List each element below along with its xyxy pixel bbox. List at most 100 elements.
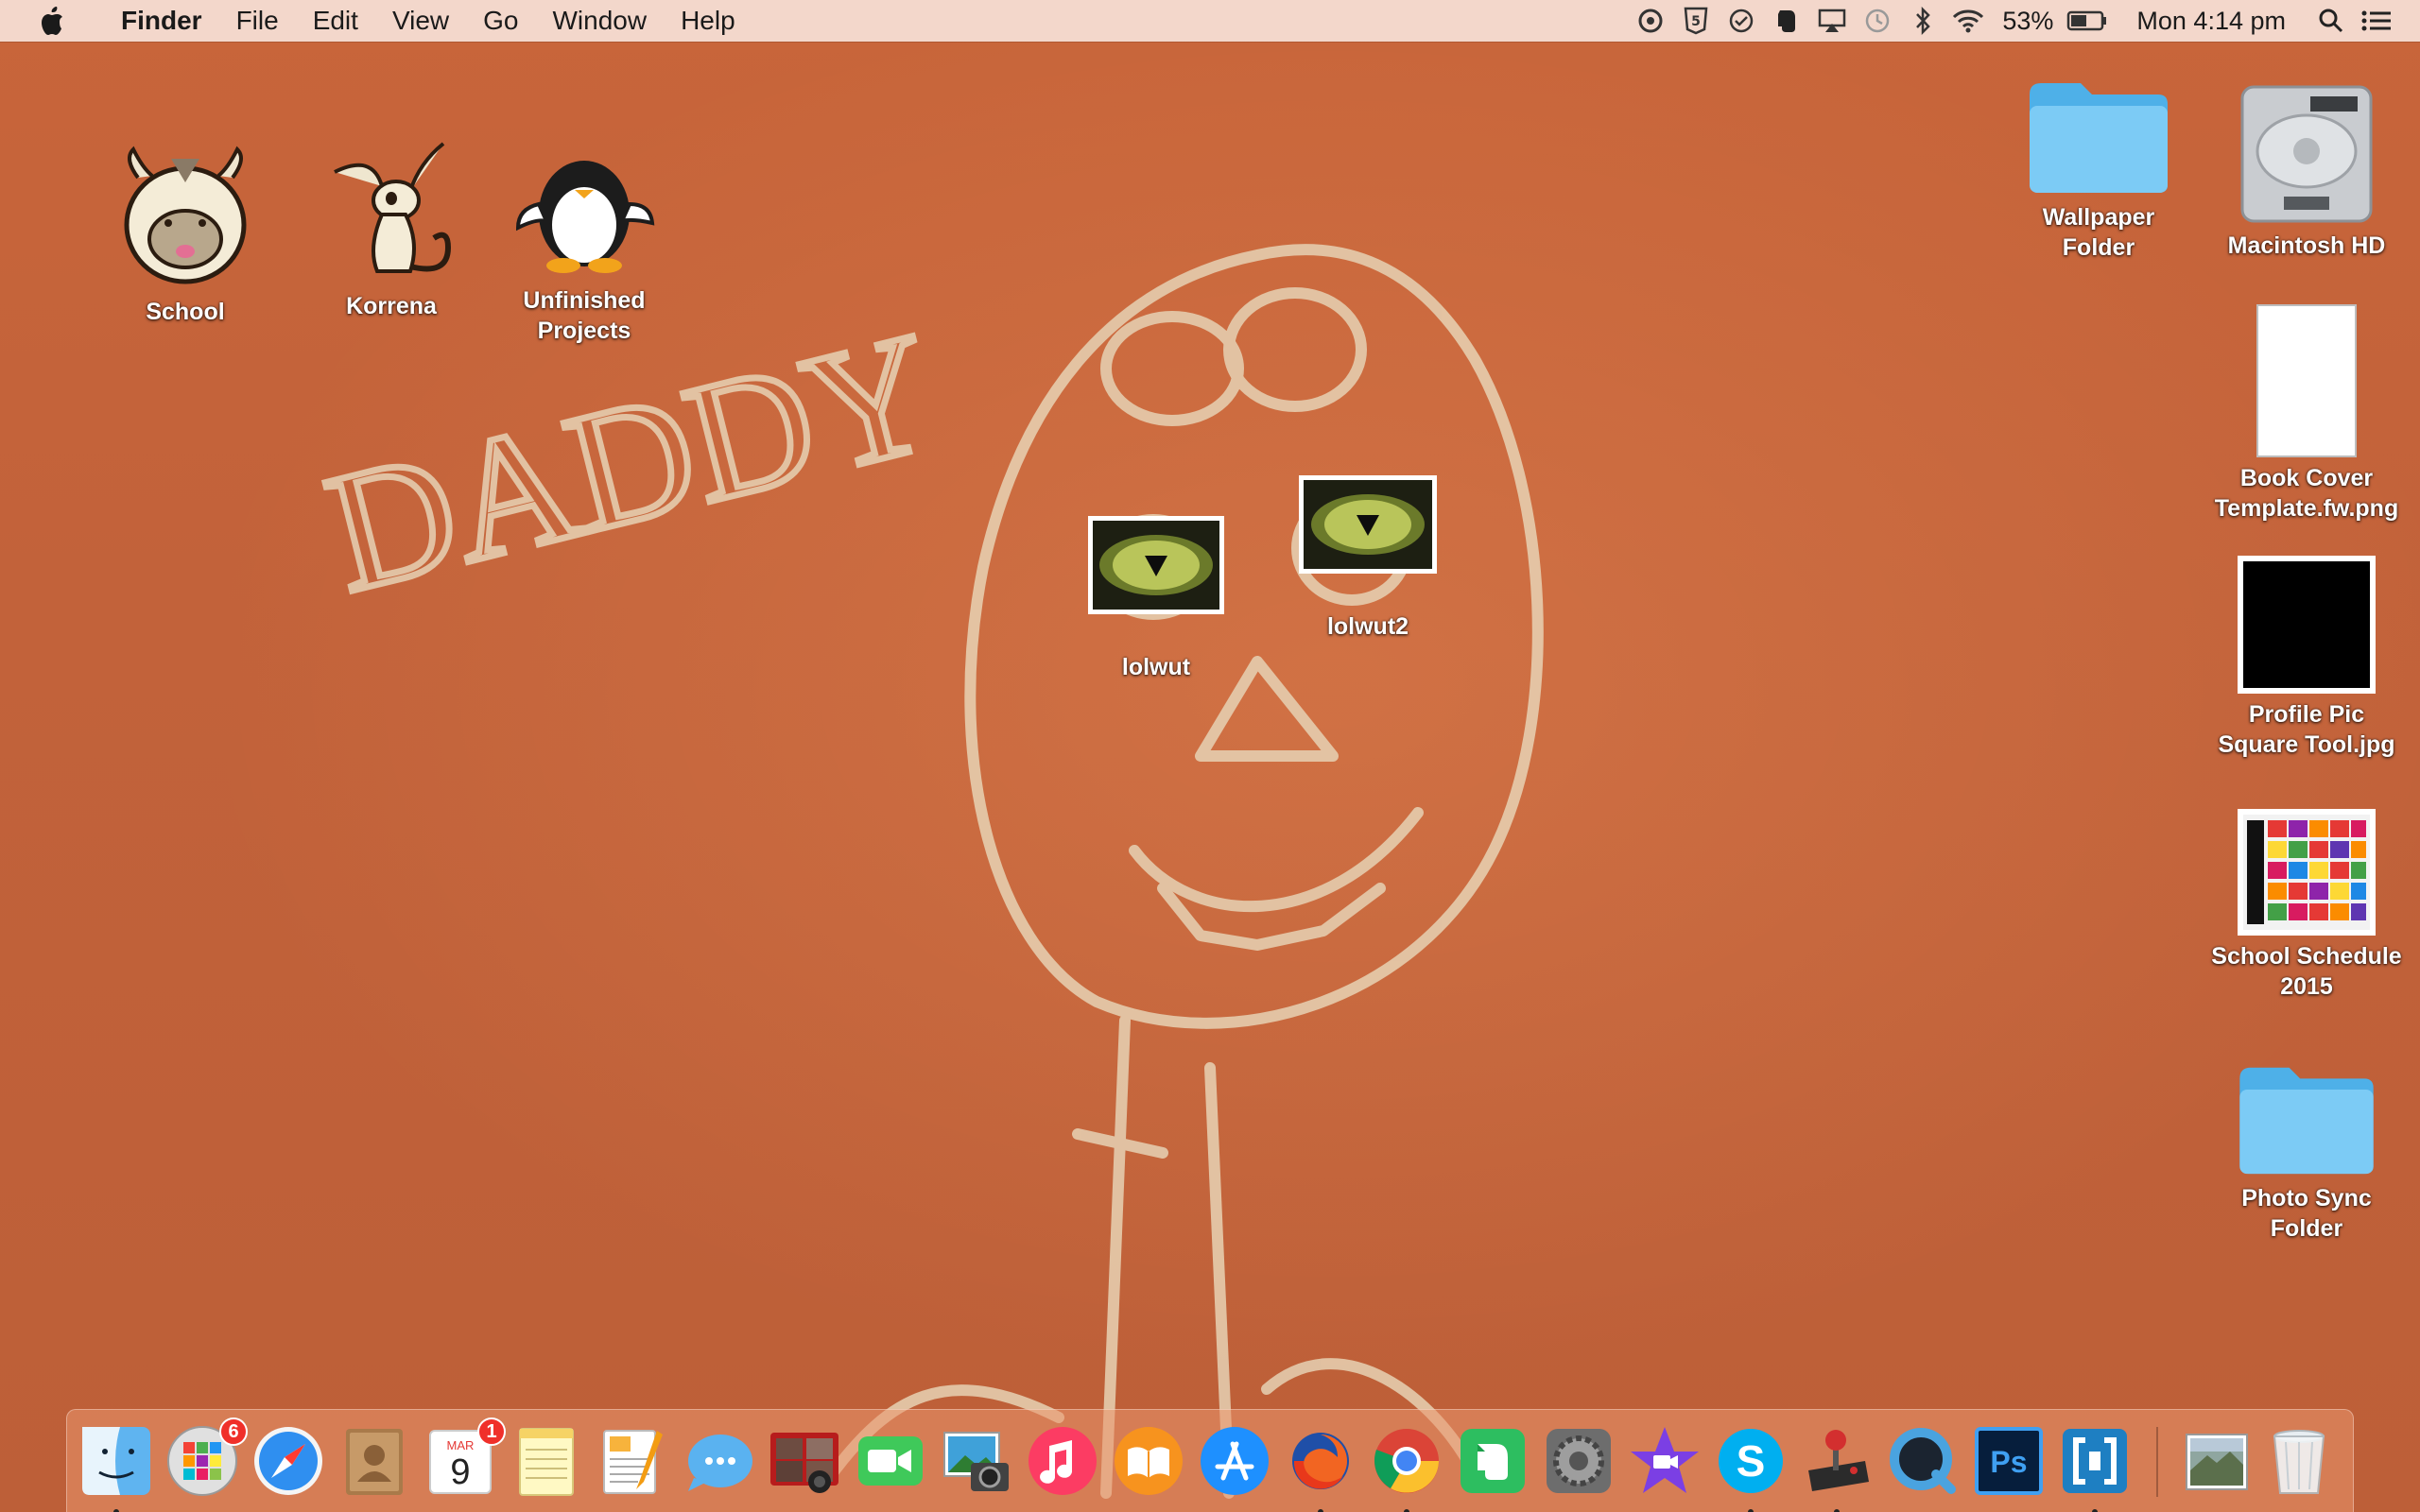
dock-facetime[interactable] — [853, 1423, 928, 1499]
battery-percent[interactable]: 53% — [1991, 7, 2065, 36]
penguin-icon — [515, 161, 655, 273]
battery-icon[interactable] — [2065, 0, 2110, 42]
calendar-month: MAR — [447, 1438, 475, 1452]
dock-imovie[interactable] — [1627, 1423, 1703, 1499]
dock-joystick-app[interactable] — [1799, 1423, 1875, 1512]
dock-brackets[interactable] — [2057, 1423, 2133, 1512]
dock-downloads-stack[interactable] — [2179, 1423, 2255, 1499]
dock-chrome[interactable] — [1369, 1423, 1444, 1512]
menu-window[interactable]: Window — [535, 0, 664, 42]
desktop-icon-korrena[interactable]: Korrena — [287, 134, 495, 321]
desktop-icon-label: lolwut — [1121, 654, 1191, 680]
desktop-icon-wallpaper-folder[interactable]: Wallpaper Folder — [1995, 77, 2203, 263]
time-machine-icon[interactable] — [1855, 0, 1900, 42]
menu-file[interactable]: File — [219, 0, 296, 42]
bluetooth-icon[interactable] — [1900, 0, 1945, 42]
cat-eye-thumbnail — [1088, 516, 1224, 614]
momo-icon — [334, 142, 452, 273]
desktop-icon-book-cover[interactable]: Book Cover Template.fw.png — [2203, 304, 2411, 524]
trash-icon — [2273, 1430, 2325, 1494]
photoshop-letters: Ps — [1990, 1445, 2027, 1479]
html5-icon[interactable]: 5 — [1673, 0, 1719, 42]
desktop-icon-label: Profile Pic Square Tool.jpg — [2218, 701, 2395, 758]
menu-edit[interactable]: Edit — [296, 0, 375, 42]
desktop-icon-label: Photo Sync Folder — [2241, 1185, 2372, 1242]
notes-icon — [519, 1428, 574, 1496]
desktop-icon-unfinished-projects[interactable]: Unfinished Projects — [480, 138, 688, 346]
desktop-icon-label: School Schedule 2015 — [2211, 943, 2402, 1000]
desktop-icon-label: lolwut2 — [1326, 613, 1409, 640]
skype-letter: S — [1737, 1436, 1766, 1486]
apple-icon — [42, 7, 62, 35]
evernote-icon — [1461, 1429, 1525, 1493]
folder-icon — [2030, 83, 2168, 193]
desktop-icon-label: Unfinished Projects — [523, 287, 646, 344]
dock-quicktime[interactable] — [1885, 1423, 1961, 1499]
desktop-icon-label: Book Cover Template.fw.png — [2214, 465, 2399, 522]
menu-view[interactable]: View — [375, 0, 466, 42]
menu-go[interactable]: Go — [466, 0, 535, 42]
cat-eye-thumbnail — [1299, 475, 1437, 574]
photoshop-icon: Ps — [1975, 1427, 2043, 1495]
facetime-icon — [858, 1436, 923, 1486]
wifi-icon[interactable] — [1945, 0, 1991, 42]
dock-skype[interactable]: S — [1713, 1423, 1789, 1512]
dock-iphoto[interactable] — [939, 1423, 1014, 1499]
dock-photoshop[interactable]: Ps — [1971, 1423, 2047, 1499]
dock: 6 MAR 9 1 S Ps — [66, 1409, 2354, 1512]
dock-separator — [2156, 1427, 2158, 1497]
dock-ibooks[interactable] — [1111, 1423, 1186, 1499]
app-store-icon — [1201, 1427, 1269, 1495]
contacts-icon — [346, 1429, 403, 1495]
spotlight-icon[interactable] — [2308, 0, 2354, 42]
dock-evernote[interactable] — [1455, 1423, 1530, 1499]
dock-finder[interactable] — [78, 1423, 154, 1512]
dock-app-store[interactable] — [1197, 1423, 1272, 1499]
launchpad-badge: 6 — [219, 1418, 248, 1446]
svg-text:5: 5 — [1691, 14, 1701, 29]
schedule-thumbnail — [2238, 809, 2376, 936]
dock-launchpad[interactable]: 6 — [164, 1418, 248, 1499]
menu-help[interactable]: Help — [664, 0, 752, 42]
firefox-icon — [1292, 1433, 1349, 1489]
desktop-icon-macintosh-hd[interactable]: Macintosh HD — [2203, 83, 2411, 261]
apple-menu[interactable] — [0, 6, 104, 36]
gear-icon — [1547, 1429, 1611, 1493]
desktop-icon-school[interactable]: School — [81, 140, 289, 327]
crossover-icon[interactable] — [1628, 0, 1673, 42]
dock-messages[interactable] — [681, 1423, 756, 1499]
desktop-icon-school-schedule[interactable]: School Schedule 2015 — [2203, 809, 2411, 1002]
desktop-icon-lolwut2[interactable]: lolwut2 — [1264, 475, 1472, 642]
dock-calendar[interactable]: MAR 9 1 — [423, 1418, 506, 1499]
safari-icon — [254, 1427, 322, 1495]
dock-itunes[interactable] — [1025, 1423, 1100, 1499]
desktop-icon-label: Wallpaper Folder — [2042, 204, 2155, 261]
messages-icon — [688, 1435, 752, 1491]
dock-photo-booth[interactable] — [767, 1423, 842, 1499]
black-image-thumbnail — [2238, 556, 2376, 694]
dock-system-preferences[interactable] — [1541, 1423, 1616, 1499]
dock-safari[interactable] — [251, 1423, 326, 1499]
pages-icon — [603, 1430, 663, 1494]
wunderlist-icon[interactable] — [1719, 0, 1764, 42]
menu-finder[interactable]: Finder — [104, 0, 219, 42]
dock-notes[interactable] — [509, 1423, 584, 1499]
photo-booth-icon — [770, 1433, 838, 1493]
dock-firefox[interactable] — [1283, 1423, 1358, 1512]
dock-trash[interactable] — [2261, 1423, 2337, 1499]
evernote-icon[interactable] — [1764, 0, 1809, 42]
quicktime-icon — [1890, 1428, 1956, 1494]
desktop-icon-photo-sync[interactable]: Photo Sync Folder — [2203, 1062, 2411, 1244]
dock-contacts[interactable] — [337, 1423, 412, 1499]
desktop-icon-profile-pic[interactable]: Profile Pic Square Tool.jpg — [2203, 556, 2411, 760]
menu-bar: Finder File Edit View Go Window Help 5 5… — [0, 0, 2420, 42]
notification-center-icon[interactable] — [2354, 0, 2399, 42]
dock-pages[interactable] — [595, 1423, 670, 1499]
finder-icon — [82, 1427, 150, 1495]
hard-drive-icon — [2240, 85, 2373, 223]
imovie-icon — [1631, 1427, 1699, 1493]
airplay-icon[interactable] — [1809, 0, 1855, 42]
desktop-icon-lolwut[interactable]: lolwut — [1052, 516, 1260, 682]
menubar-clock[interactable]: Mon 4:14 pm — [2110, 7, 2308, 36]
desktop[interactable]: DADDY Finder File Edit View Go Window He… — [0, 0, 2420, 1512]
